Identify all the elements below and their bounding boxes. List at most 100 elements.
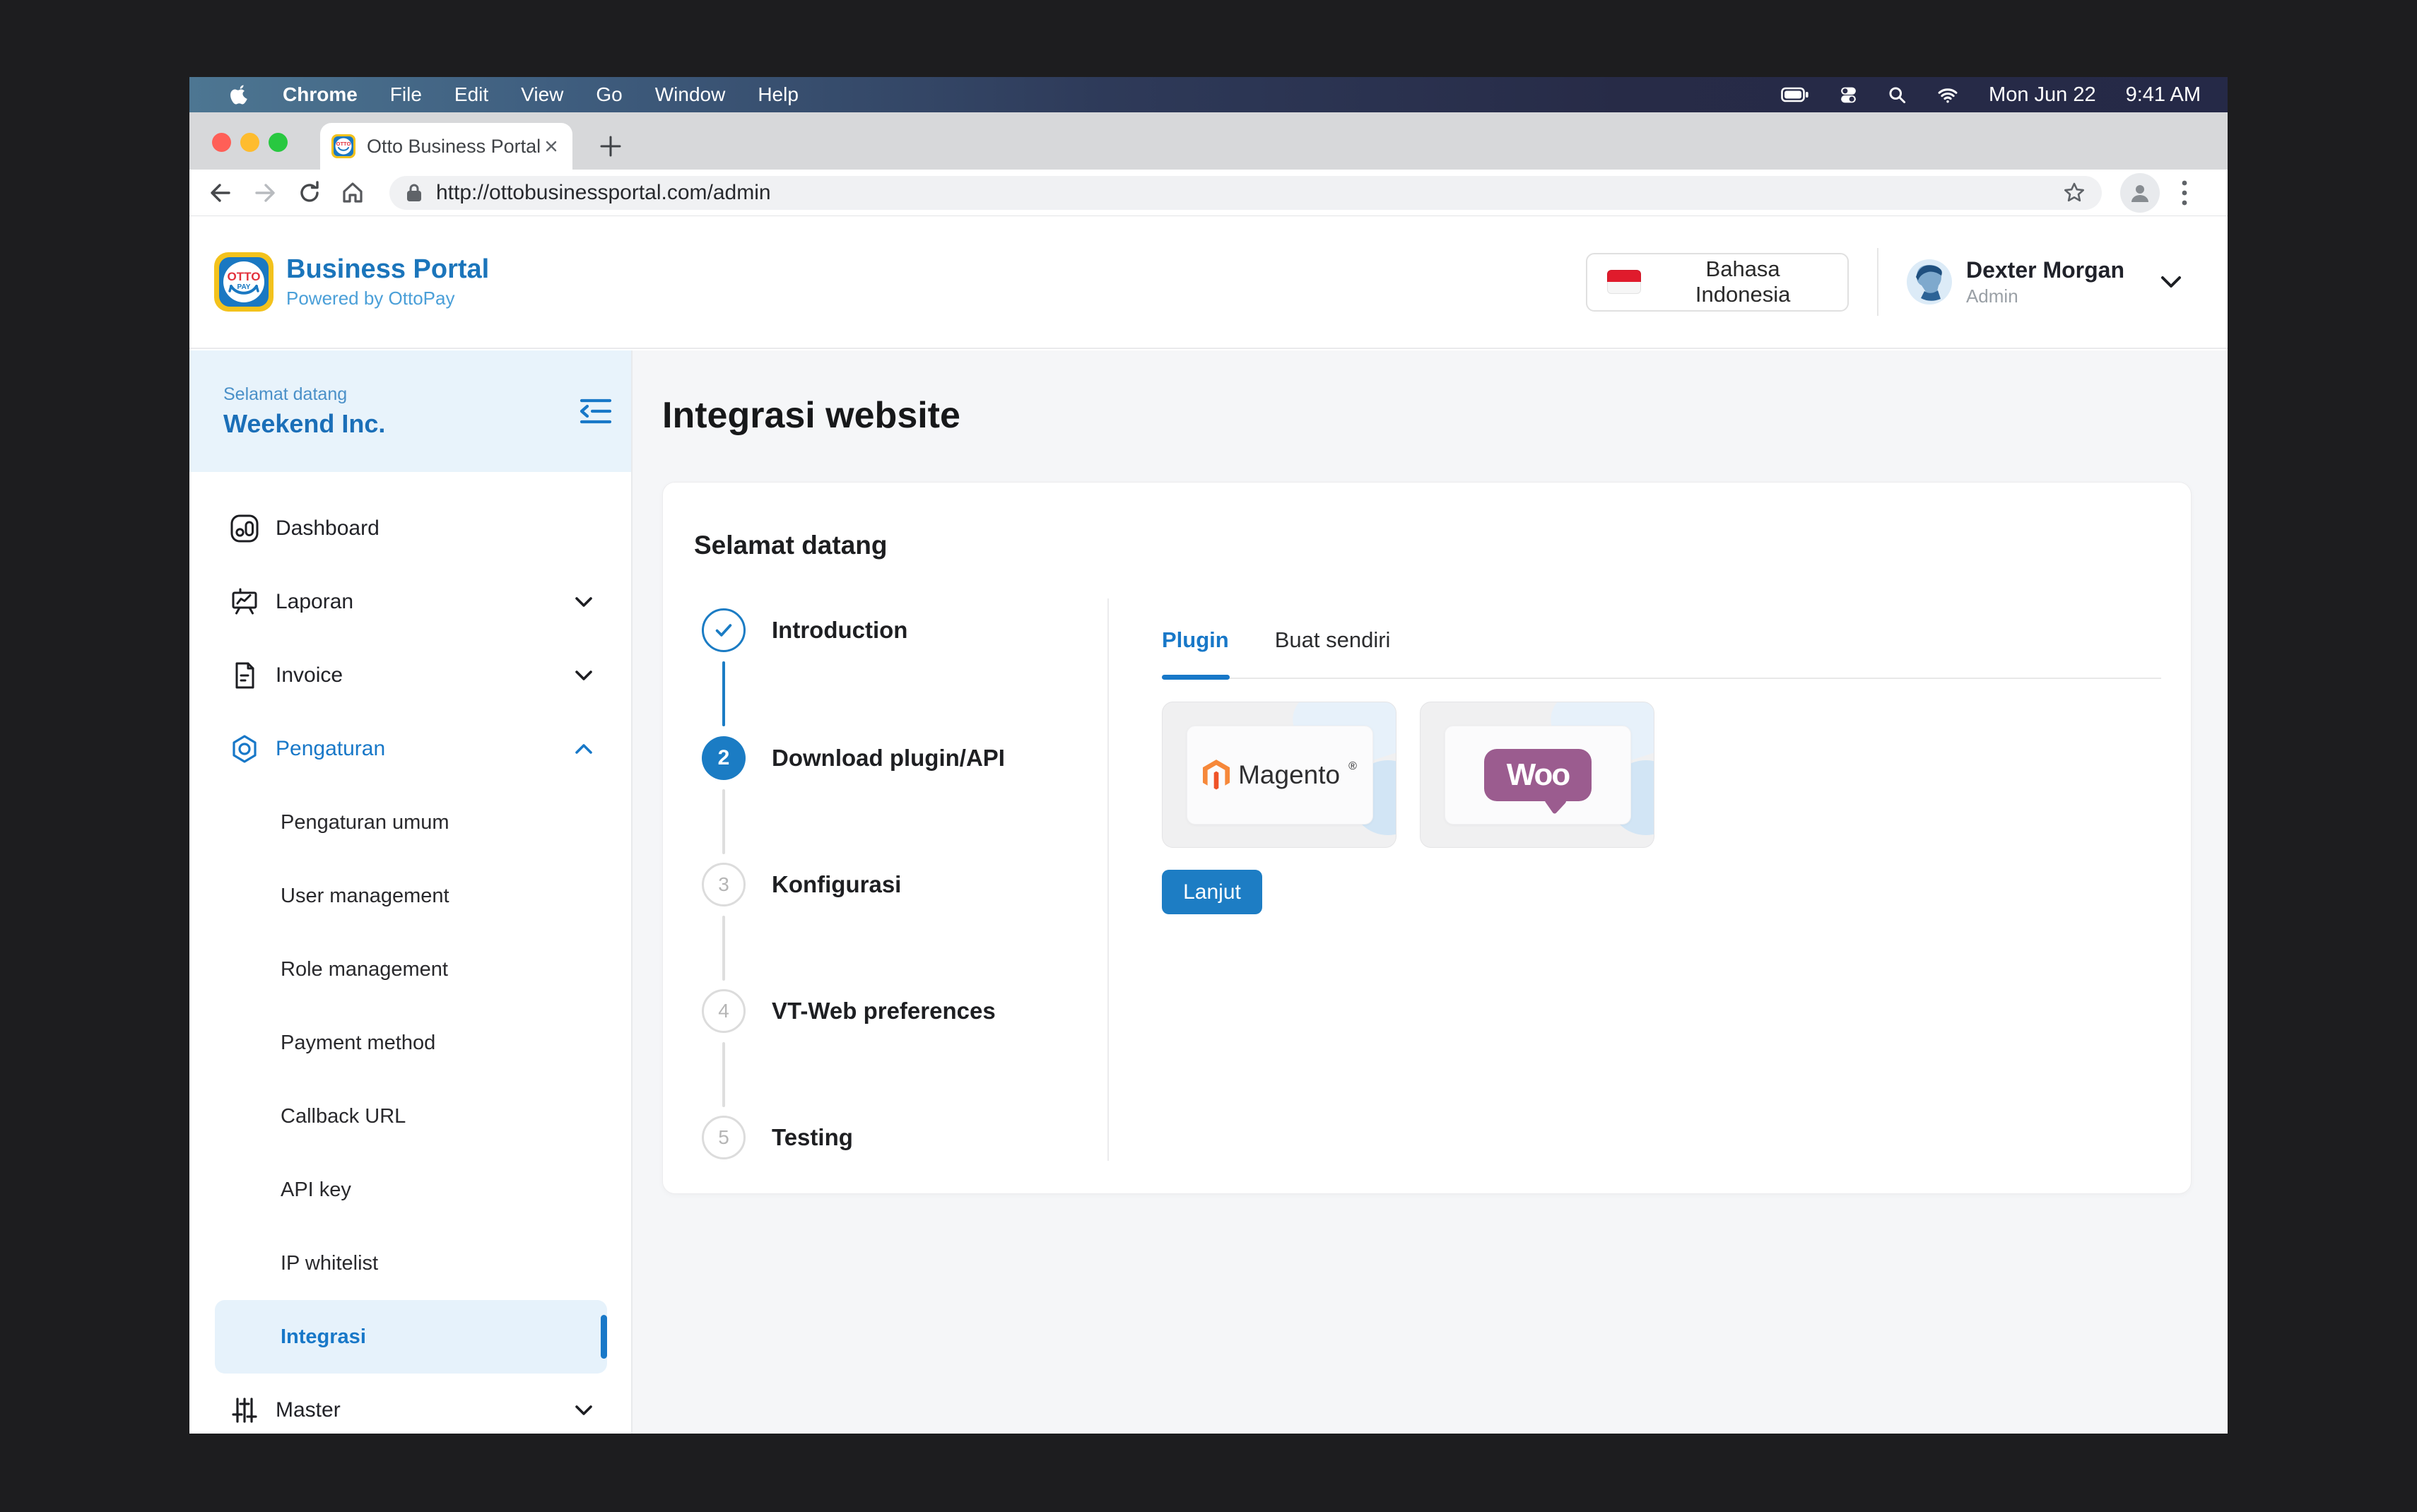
sidebar-item-master[interactable]: Master: [189, 1374, 631, 1434]
stepper-divider: [1107, 598, 1109, 1161]
window-minimize-button[interactable]: [240, 133, 259, 152]
menu-help[interactable]: Help: [758, 83, 799, 106]
sidebar-subitem-api-key[interactable]: API key: [189, 1153, 631, 1227]
language-label: Bahasa Indonesia: [1658, 256, 1828, 307]
menu-view[interactable]: View: [521, 83, 563, 106]
sidebar-item-pengaturan[interactable]: Pengaturan: [189, 712, 631, 786]
apple-menu-icon[interactable]: [229, 84, 250, 105]
wifi-icon[interactable]: [1936, 85, 1959, 104]
forward-button[interactable]: [247, 175, 283, 211]
control-center-icon[interactable]: [1839, 85, 1858, 105]
ottopay-logo: OTTOPAY: [214, 252, 274, 312]
sidebar-subitem-ip-whitelist[interactable]: IP whitelist: [189, 1227, 631, 1300]
macos-menu-bar: Chrome File Edit View Go Window Help Mon…: [189, 77, 2228, 112]
browser-toolbar: http://ottobusinessportal.com/admin: [189, 170, 2228, 216]
welcome-label: Selamat datang: [223, 384, 631, 405]
language-selector[interactable]: Bahasa Indonesia: [1586, 253, 1849, 312]
sidebar-subitem-pengaturan-umum[interactable]: Pengaturan umum: [189, 786, 631, 859]
menubar-clock[interactable]: 9:41 AM: [2126, 83, 2201, 107]
sidebar-subitem-callback-url[interactable]: Callback URL: [189, 1080, 631, 1153]
tab-close-icon[interactable]: [543, 138, 560, 155]
tab-track: [1162, 678, 2161, 679]
home-button[interactable]: [334, 175, 371, 211]
step-connector: [722, 789, 725, 854]
user-name: Dexter Morgan: [1966, 257, 2124, 283]
address-bar[interactable]: http://ottobusinessportal.com/admin: [389, 176, 2102, 210]
page-title: Integrasi website: [662, 394, 2228, 437]
menu-file[interactable]: File: [390, 83, 422, 106]
woocommerce-logo: Woo: [1484, 749, 1592, 801]
chevron-up-icon: [573, 742, 594, 756]
step-connector: [722, 1042, 725, 1107]
sidebar-collapse-icon[interactable]: [577, 396, 614, 427]
tab-plugin[interactable]: Plugin: [1162, 627, 1229, 653]
tab-title: Otto Business Portal: [367, 136, 543, 158]
menubar-date[interactable]: Mon Jun 22: [1989, 83, 2096, 107]
sidebar-subitem-integrasi[interactable]: Integrasi: [215, 1300, 607, 1374]
svg-text:OTTO: OTTO: [336, 141, 351, 147]
sliders-icon: [229, 1395, 260, 1426]
browser-profile-icon[interactable]: [2120, 173, 2160, 213]
plugin-tile-woocommerce[interactable]: Woo: [1420, 702, 1654, 848]
sidebar-item-label: Pengaturan: [276, 737, 385, 761]
step-vtweb-preferences[interactable]: 4 VT-Web preferences: [702, 989, 996, 1033]
brand-subtitle: Powered by OttoPay: [286, 288, 489, 309]
sidebar-subitem-payment-method[interactable]: Payment method: [189, 1006, 631, 1080]
menu-chrome[interactable]: Chrome: [283, 83, 358, 106]
step-number: 5: [702, 1116, 746, 1159]
sidebar-item-label: Laporan: [276, 590, 353, 614]
window-close-button[interactable]: [212, 133, 231, 152]
brand[interactable]: OTTOPAY Business Portal Powered by OttoP…: [214, 252, 489, 312]
app-header: OTTOPAY Business Portal Powered by OttoP…: [189, 216, 2228, 349]
sidebar-welcome: Selamat datang Weekend Inc.: [189, 350, 631, 472]
step-done-check-icon: [702, 608, 746, 652]
chevron-down-icon: [573, 595, 594, 609]
menu-edit[interactable]: Edit: [454, 83, 488, 106]
user-avatar[interactable]: [1907, 259, 1952, 305]
magento-logo-icon: [1203, 760, 1230, 791]
magento-label: Magento: [1238, 760, 1340, 790]
menu-go[interactable]: Go: [596, 83, 622, 106]
tab-favicon: OTTO: [331, 134, 355, 158]
battery-icon[interactable]: [1781, 87, 1809, 102]
browser-menu-icon[interactable]: [2181, 179, 2188, 207]
sidebar-subitem-user-management[interactable]: User management: [189, 859, 631, 933]
step-konfigurasi[interactable]: 3 Konfigurasi: [702, 863, 901, 906]
new-tab-button[interactable]: [592, 128, 629, 165]
header-divider: [1877, 248, 1878, 316]
sidebar-subitem-role-management[interactable]: Role management: [189, 933, 631, 1006]
step-introduction[interactable]: Introduction: [702, 608, 907, 652]
plugin-tabs: Plugin Buat sendiri: [1162, 627, 1390, 653]
mac-screen: Chrome File Edit View Go Window Help Mon…: [189, 77, 2228, 1434]
svg-text:OTTO: OTTO: [228, 270, 261, 283]
sidebar-item-dashboard[interactable]: Dashboard: [189, 492, 631, 565]
step-testing[interactable]: 5 Testing: [702, 1116, 853, 1159]
step-number: 3: [702, 863, 746, 906]
browser-tab-active[interactable]: OTTO Otto Business Portal: [320, 123, 572, 170]
indonesia-flag-icon: [1607, 270, 1641, 294]
plugin-tile-magento[interactable]: Magento®: [1162, 702, 1396, 848]
sidebar-item-invoice[interactable]: Invoice: [189, 639, 631, 712]
tab-active-underline: [1162, 675, 1230, 680]
window-zoom-button[interactable]: [269, 133, 288, 152]
profile-chevron-down-icon[interactable]: [2158, 273, 2184, 290]
sidebar-item-laporan[interactable]: Laporan: [189, 565, 631, 639]
reload-button[interactable]: [291, 175, 328, 211]
url-text[interactable]: http://ottobusinessportal.com/admin: [436, 181, 2062, 205]
lanjut-button[interactable]: Lanjut: [1162, 870, 1262, 914]
lock-icon[interactable]: [405, 182, 423, 203]
back-button[interactable]: [202, 175, 239, 211]
brand-title: Business Portal: [286, 254, 489, 285]
sidebar-item-label: Invoice: [276, 663, 343, 687]
bookmark-star-icon[interactable]: [2062, 181, 2086, 205]
main-content: Integrasi website Selamat datang Introdu…: [633, 350, 2228, 1434]
tab-buat-sendiri[interactable]: Buat sendiri: [1275, 627, 1391, 653]
step-connector: [722, 661, 725, 726]
step-download-plugin[interactable]: 2 Download plugin/API: [702, 736, 1005, 780]
menu-window[interactable]: Window: [655, 83, 726, 106]
svg-text:PAY: PAY: [237, 283, 251, 291]
dashboard-icon: [229, 513, 260, 544]
sidebar-item-label: Master: [276, 1398, 341, 1422]
spotlight-search-icon[interactable]: [1888, 85, 1907, 105]
chevron-down-icon: [573, 1403, 594, 1417]
